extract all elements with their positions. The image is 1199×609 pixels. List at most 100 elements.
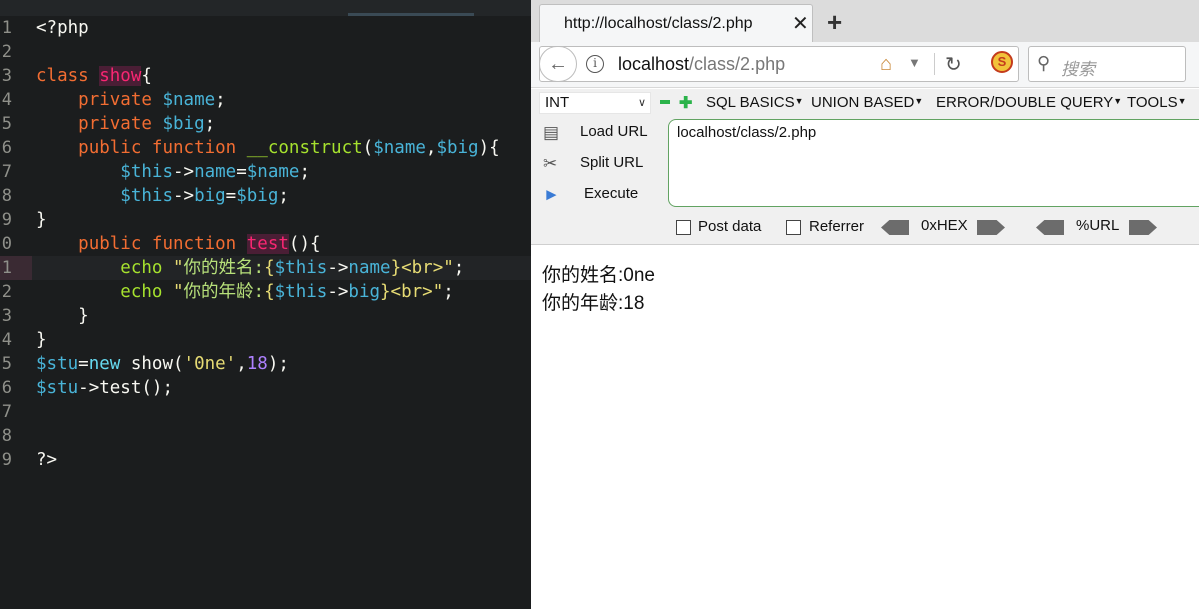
- code-line[interactable]: 2 echo "你的年龄:{$this->big}<br>";: [0, 280, 531, 304]
- close-icon[interactable]: ✕: [792, 11, 809, 36]
- line-text: private $name;: [36, 88, 226, 112]
- code-token: $stu: [36, 354, 79, 374]
- code-line[interactable]: 5 private $big;: [0, 112, 531, 136]
- line-number: 5: [1, 354, 12, 374]
- code-line[interactable]: 1 <?php: [0, 16, 531, 40]
- address-bar[interactable]: ← i localhost/class/2.php ⌂ ▼ ↻: [539, 46, 1019, 82]
- code-line[interactable]: 5 $stu=new show('0ne',18);: [0, 352, 531, 376]
- line-text: echo "你的年龄:{$this->big}<br>";: [36, 280, 453, 304]
- line-text: public function test(){: [36, 232, 321, 256]
- code-token: class: [36, 66, 89, 86]
- code-line[interactable]: 7 $this->name=$name;: [0, 160, 531, 184]
- plus-icon[interactable]: ✚: [679, 93, 692, 113]
- line-text: <?php: [36, 16, 89, 40]
- tab-active[interactable]: http://localhost/class/2.php ✕: [539, 4, 813, 42]
- code-token: =: [78, 354, 89, 374]
- line-text: class show{: [36, 64, 152, 88]
- noscript-block-icon[interactable]: S: [991, 51, 1013, 73]
- code-line[interactable]: 4}: [0, 328, 531, 352]
- output-line-name: 你的姓名:0ne: [542, 265, 655, 286]
- code-token: name: [348, 258, 391, 278]
- chevron-down-icon[interactable]: ▼: [908, 55, 921, 70]
- code-token: }<br>": [390, 258, 454, 278]
- search-input[interactable]: ⚲ 搜索: [1028, 46, 1186, 82]
- code-lines[interactable]: 1 <?php 2 3 class show{4 private $name; 5 pri…: [0, 16, 531, 472]
- load-url-button[interactable]: ▤ Load URL: [539, 119, 659, 147]
- code-token: ->: [172, 186, 195, 206]
- code-token: }: [36, 306, 89, 326]
- menu-error-double-query[interactable]: ERROR/DOUBLE QUERY▼: [936, 94, 1122, 111]
- referrer-label: Referrer: [809, 218, 865, 235]
- code-line[interactable]: 4 private $name;: [0, 88, 531, 112]
- play-icon: ►: [543, 185, 560, 204]
- url-decode-arrow-icon[interactable]: [1036, 220, 1064, 235]
- code-line[interactable]: 2: [0, 40, 531, 64]
- minus-icon[interactable]: [660, 100, 670, 104]
- code-token: $stu: [36, 378, 79, 398]
- url-encode-arrow-icon[interactable]: [1129, 220, 1157, 235]
- home-icon[interactable]: ⌂: [880, 53, 892, 76]
- page-content: 你的姓名:0ne 你的年龄:18: [531, 246, 1199, 609]
- code-token: $name: [246, 162, 300, 182]
- post-data-checkbox[interactable]: [676, 220, 691, 235]
- type-select[interactable]: INT ∨: [539, 92, 651, 114]
- divider: [934, 53, 935, 75]
- code-token: 你的姓名:: [183, 258, 265, 278]
- code-line[interactable]: 1 echo "你的姓名:{$this->name}<br>";: [0, 256, 531, 280]
- code-line[interactable]: 7: [0, 400, 531, 424]
- execute-button[interactable]: ► Execute: [539, 181, 659, 209]
- referrer-checkbox[interactable]: [786, 220, 801, 235]
- info-icon[interactable]: i: [586, 55, 604, 73]
- code-token: name: [194, 162, 237, 182]
- code-line[interactable]: 0 public function test(){: [0, 232, 531, 256]
- search-icon: ⚲: [1037, 53, 1051, 73]
- menu-sql-basics[interactable]: SQL BASICS▼: [706, 94, 804, 111]
- code-editor[interactable]: 1 <?php 2 3 class show{4 private $name; 5 pri…: [0, 0, 531, 609]
- post-data-label: Post data: [698, 218, 762, 235]
- code-token: show: [99, 66, 142, 86]
- code-line[interactable]: 3 class show{: [0, 64, 531, 88]
- back-button[interactable]: ←: [539, 46, 577, 82]
- line-text: $this->big=$big;: [36, 184, 289, 208]
- code-token: $big: [162, 114, 205, 134]
- split-url-button[interactable]: ✂ Split URL: [539, 150, 659, 178]
- menu-tools[interactable]: TOOLS▼: [1127, 94, 1187, 111]
- output-line-age: 你的年龄:18: [542, 293, 645, 314]
- url-text[interactable]: localhost/class/2.php: [618, 54, 785, 75]
- reload-icon[interactable]: ↻: [945, 52, 962, 77]
- line-text: }: [36, 304, 89, 328]
- code-token: ": [173, 282, 184, 302]
- code-line[interactable]: 9 ?>: [0, 448, 531, 472]
- code-token: }: [36, 210, 47, 230]
- code-token: ->: [172, 162, 195, 182]
- code-line[interactable]: 8: [0, 424, 531, 448]
- code-line[interactable]: 3 }: [0, 304, 531, 328]
- code-line[interactable]: 6 public function __construct($name,$big…: [0, 136, 531, 160]
- hex-encode-arrow-icon[interactable]: [977, 220, 1005, 235]
- menu-union-based[interactable]: UNION BASED▼: [811, 94, 923, 111]
- line-number: 8: [1, 186, 12, 206]
- code-line[interactable]: 9}: [0, 208, 531, 232]
- hex-decode-arrow-icon[interactable]: [881, 220, 909, 235]
- select-value: INT: [545, 94, 570, 111]
- code-token: 你的年龄:: [183, 282, 265, 302]
- hackbar-url-textarea[interactable]: localhost/class/2.php: [668, 119, 1199, 207]
- code-line[interactable]: 6 $stu->test();: [0, 376, 531, 400]
- url-path: /class/2.php: [689, 54, 786, 74]
- line-text: ?>: [36, 448, 57, 472]
- new-tab-button[interactable]: +: [827, 7, 842, 38]
- line-number: 9: [1, 450, 12, 470]
- url-encode-label: %URL: [1076, 217, 1120, 234]
- code-token: test: [246, 234, 289, 254]
- code-line[interactable]: 8 $this->big=$big;: [0, 184, 531, 208]
- code-token: ->: [327, 282, 349, 302]
- code-token: public: [78, 138, 142, 158]
- line-number: 6: [1, 138, 12, 158]
